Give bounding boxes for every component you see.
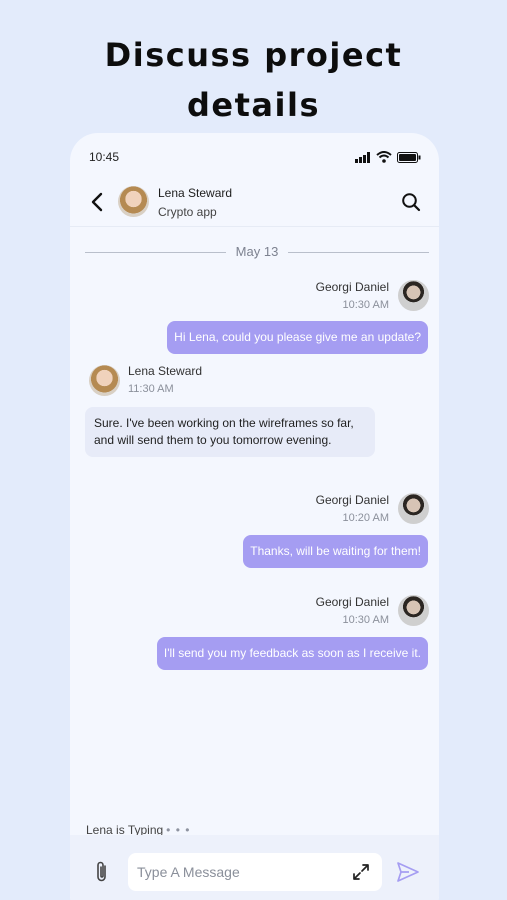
message-text-line: Sure. I've been working on the wireframe… bbox=[94, 416, 354, 430]
paperclip-icon[interactable] bbox=[94, 859, 110, 885]
contact-name: Lena Steward bbox=[158, 186, 233, 200]
signal-icon bbox=[355, 151, 370, 163]
date-divider: May 13 bbox=[85, 243, 429, 261]
message-time: 11:30 AM bbox=[128, 383, 174, 395]
battery-icon bbox=[397, 151, 421, 163]
promo-headline-line1: Discuss project bbox=[104, 36, 403, 74]
sender-avatar[interactable] bbox=[89, 365, 120, 396]
sender-name: Lena Steward bbox=[128, 364, 203, 378]
sender-avatar[interactable] bbox=[398, 493, 429, 524]
promo-headline: Discuss project details bbox=[0, 30, 507, 130]
sender-name: Georgi Daniel bbox=[315, 493, 389, 507]
status-bar: 10:45 bbox=[70, 133, 439, 177]
chat-header: Lena Steward Crypto app bbox=[70, 177, 439, 227]
divider-line-right bbox=[288, 252, 429, 253]
send-icon[interactable] bbox=[396, 860, 420, 884]
message-bubble-outgoing[interactable]: I'll send you my feedback as soon as I r… bbox=[156, 637, 428, 670]
message-composer bbox=[70, 835, 439, 900]
sender-avatar[interactable] bbox=[398, 280, 429, 311]
sender-name: Georgi Daniel bbox=[315, 280, 389, 294]
message-time: 10:30 AM bbox=[342, 614, 389, 626]
contact-subtitle: Crypto app bbox=[158, 205, 217, 219]
message-bubble-outgoing[interactable]: Thanks, will be waiting for them! bbox=[243, 535, 428, 568]
back-icon[interactable] bbox=[88, 191, 108, 213]
message-input-box bbox=[128, 853, 382, 891]
message-time: 10:30 AM bbox=[342, 299, 389, 311]
contact-avatar[interactable] bbox=[118, 186, 149, 217]
status-time: 10:45 bbox=[89, 150, 120, 164]
search-icon[interactable] bbox=[401, 192, 421, 212]
promo-headline-line2: details bbox=[187, 86, 320, 124]
wifi-icon bbox=[376, 151, 392, 163]
phone-frame: 10:45 Lena Steward Crypto app May 13 Geo… bbox=[70, 133, 439, 900]
message-input[interactable] bbox=[137, 862, 337, 882]
status-icons bbox=[355, 151, 421, 163]
message-text-line: and will send them to you tomorrow eveni… bbox=[94, 433, 332, 447]
message-bubble-outgoing[interactable]: Hi Lena, could you please give me an upd… bbox=[167, 321, 428, 354]
sender-name: Georgi Daniel bbox=[315, 595, 389, 609]
sender-avatar[interactable] bbox=[398, 595, 429, 626]
message-time: 10:20 AM bbox=[342, 512, 389, 524]
message-bubble-incoming[interactable]: Sure. I've been working on the wireframe… bbox=[85, 407, 375, 457]
expand-icon[interactable] bbox=[352, 863, 370, 881]
